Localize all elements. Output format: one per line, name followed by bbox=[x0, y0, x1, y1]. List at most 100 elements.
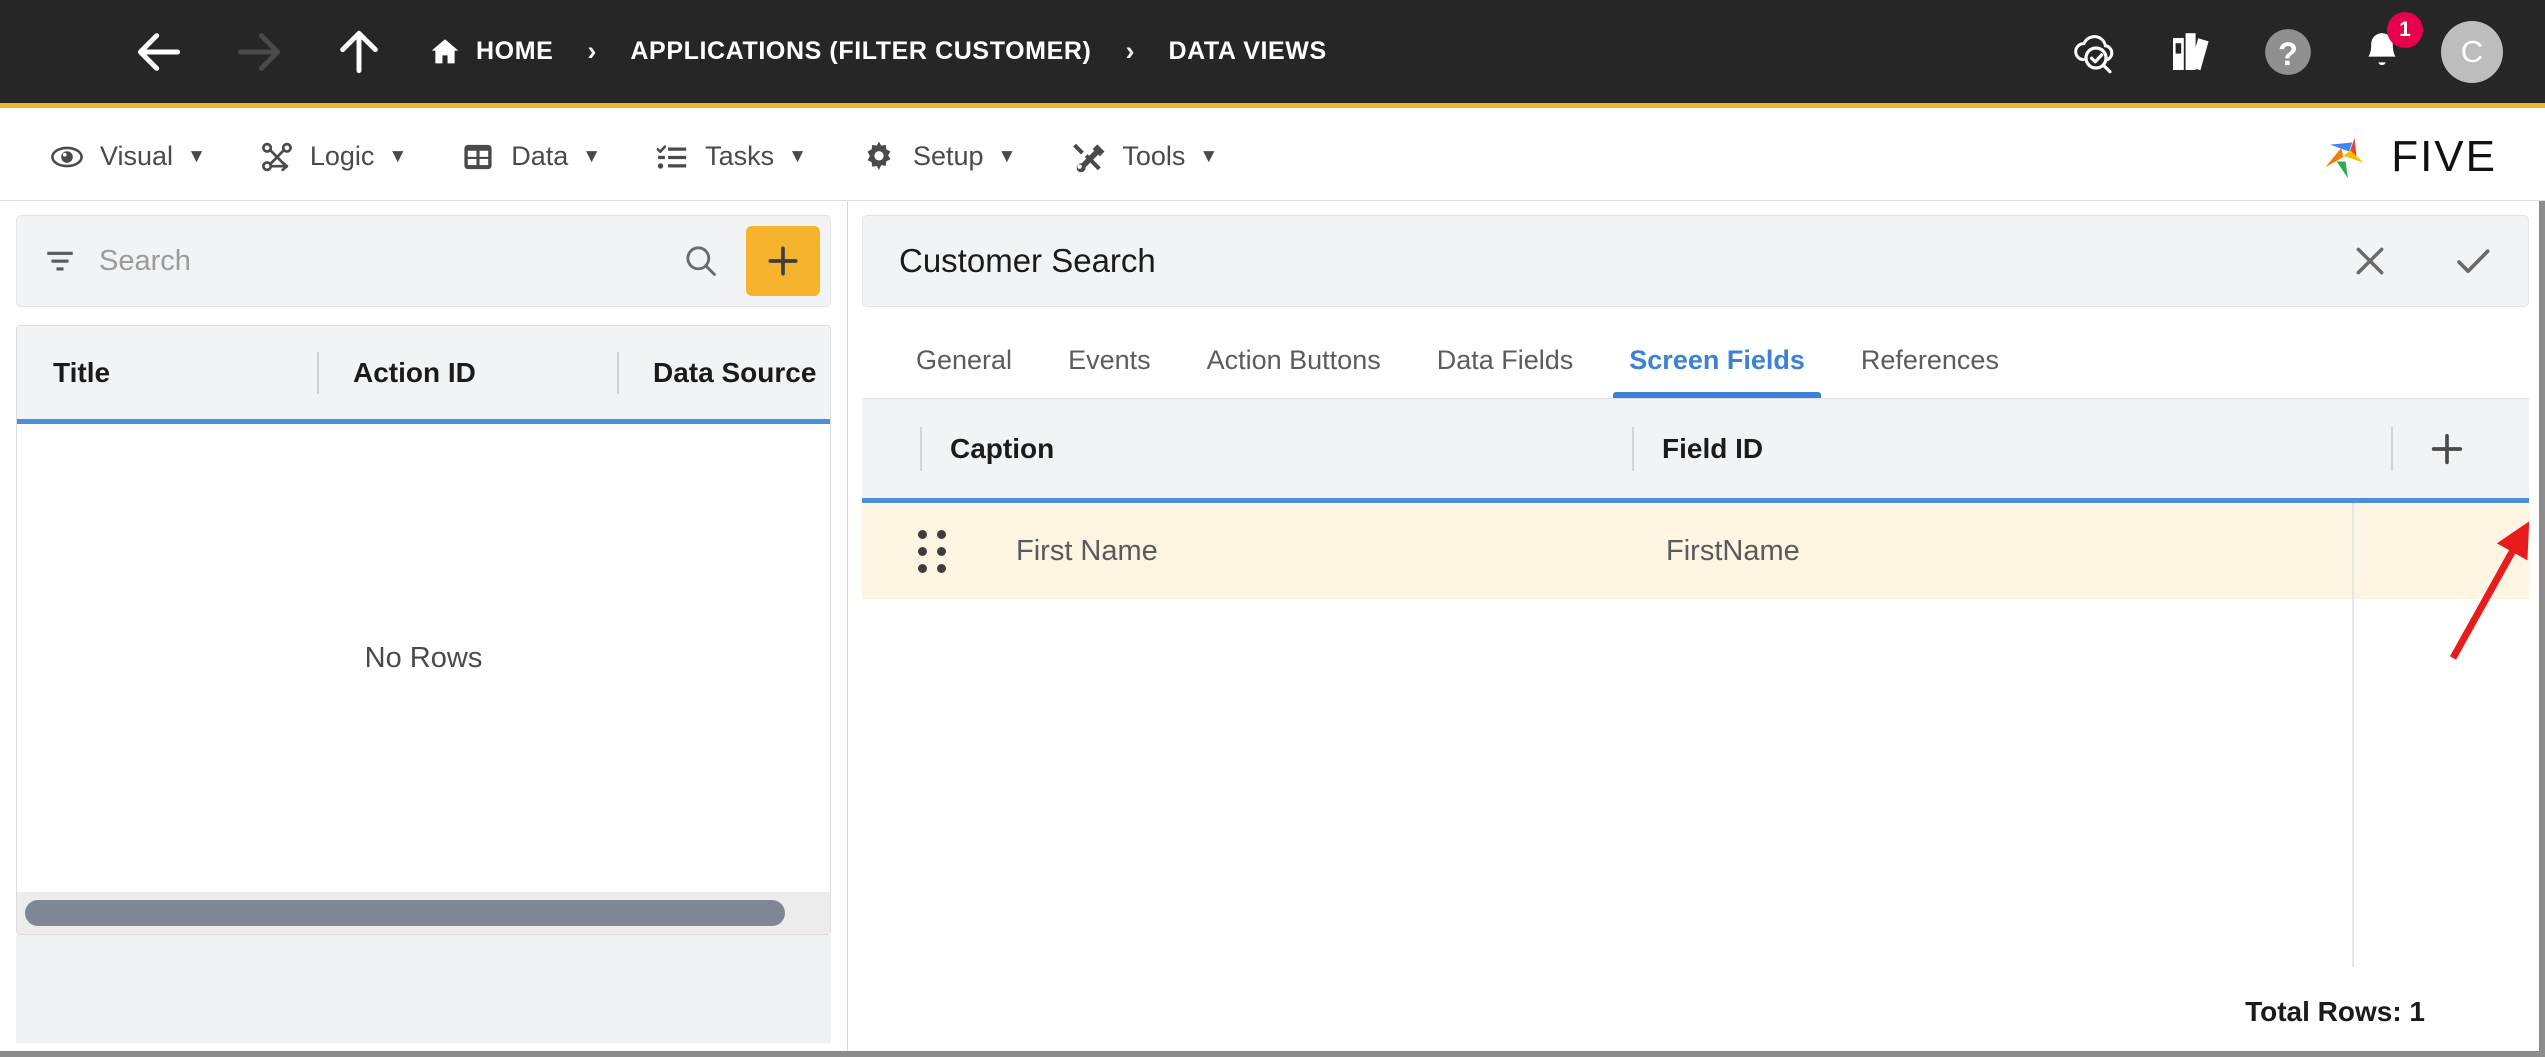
breadcrumb-item-data-views[interactable]: DATA VIEWS bbox=[1168, 37, 1326, 66]
help-icon[interactable]: ? bbox=[2261, 25, 2315, 79]
tools-icon bbox=[1070, 139, 1106, 175]
column-header-field-id[interactable]: Field ID bbox=[1632, 399, 2391, 498]
menu-item-tasks[interactable]: Tasks ▼ bbox=[649, 136, 813, 178]
grid-footer: Total Rows: 1 bbox=[862, 967, 2529, 1057]
menu-item-label: Tasks bbox=[705, 141, 775, 171]
screen-fields-header-row: Caption Field ID bbox=[862, 399, 2529, 503]
add-data-view-button[interactable] bbox=[746, 226, 820, 296]
handle-dot bbox=[918, 546, 927, 556]
home-icon bbox=[428, 35, 462, 69]
handle-dot bbox=[918, 563, 927, 573]
chevron-down-icon: ▼ bbox=[582, 145, 602, 167]
hamburger-icon[interactable] bbox=[48, 35, 94, 69]
content-area: Title Action ID Data Source No Rows bbox=[0, 201, 2545, 1057]
breadcrumb-separator: › bbox=[587, 36, 597, 66]
total-rows-label: Total Rows: 1 bbox=[2245, 996, 2425, 1027]
menu-item-label: Visual bbox=[100, 141, 174, 171]
tab-label: Data Fields bbox=[1436, 345, 1574, 375]
drag-handle-icon[interactable] bbox=[918, 529, 948, 573]
cloud-check-icon[interactable] bbox=[2069, 26, 2125, 78]
menu-item-label: Data bbox=[511, 141, 569, 171]
detail-header: Customer Search bbox=[862, 215, 2529, 307]
menu-item-setup[interactable]: Setup ▼ bbox=[855, 135, 1022, 179]
menu-item-logic[interactable]: Logic ▼ bbox=[254, 136, 413, 178]
column-header-label: Data Source bbox=[653, 356, 817, 388]
grid-body: No Rows bbox=[17, 424, 830, 892]
column-divider bbox=[2391, 426, 2393, 471]
page-title: Customer Search bbox=[899, 242, 1156, 279]
left-panel-footer bbox=[16, 935, 831, 1043]
breadcrumb: HOME › APPLICATIONS (FILTER CUSTOMER) › … bbox=[428, 35, 1327, 69]
close-icon[interactable] bbox=[2350, 241, 2390, 281]
checklist-icon bbox=[655, 140, 689, 174]
handle-dot bbox=[937, 563, 946, 573]
column-divider bbox=[1632, 426, 1634, 471]
eye-icon bbox=[50, 140, 84, 174]
avatar[interactable]: C bbox=[2441, 20, 2503, 83]
horizontal-scrollbar[interactable] bbox=[17, 892, 830, 934]
top-bar: HOME › APPLICATIONS (FILTER CUSTOMER) › … bbox=[0, 0, 2545, 108]
chevron-down-icon: ▼ bbox=[187, 145, 206, 167]
column-divider bbox=[920, 426, 922, 471]
row-vertical-divider bbox=[2352, 503, 2354, 599]
avatar-initial: C bbox=[2460, 33, 2484, 69]
column-header-title[interactable]: Title bbox=[17, 326, 317, 419]
gear-icon bbox=[861, 139, 897, 175]
column-header-data-source[interactable]: Data Source bbox=[617, 326, 830, 419]
arrow-right-icon[interactable] bbox=[224, 17, 294, 87]
notification-badge: 1 bbox=[2387, 11, 2423, 48]
tab-screen-fields[interactable]: Screen Fields bbox=[1601, 345, 1833, 398]
menu-bar: Visual ▼ Logic ▼ Data ▼ Tasks ▼ Setup ▼ … bbox=[0, 113, 2545, 201]
menu-item-label: Tools bbox=[1122, 141, 1186, 171]
search-icon[interactable] bbox=[682, 242, 720, 280]
five-logo: FIVE bbox=[2321, 129, 2497, 185]
tab-references[interactable]: References bbox=[1833, 345, 2027, 398]
handle-dot bbox=[937, 546, 946, 556]
left-panel: Title Action ID Data Source No Rows bbox=[0, 201, 848, 1057]
tab-label: Screen Fields bbox=[1629, 345, 1805, 375]
five-pinwheel-icon bbox=[2325, 137, 2364, 178]
menu-item-data[interactable]: Data ▼ bbox=[455, 136, 607, 178]
column-divider bbox=[617, 351, 619, 394]
arrow-left-icon[interactable] bbox=[124, 17, 194, 87]
grid-header-row: Title Action ID Data Source bbox=[17, 326, 830, 424]
grid-empty-area bbox=[862, 599, 2529, 967]
column-header-label: Title bbox=[53, 356, 111, 388]
menu-item-label: Setup bbox=[912, 141, 984, 171]
filter-icon[interactable] bbox=[43, 244, 77, 278]
breadcrumb-item-applications[interactable]: APPLICATIONS (FILTER CUSTOMER) bbox=[630, 37, 1091, 66]
cell-field-id: FirstName bbox=[1666, 534, 1800, 567]
tab-action-buttons[interactable]: Action Buttons bbox=[1179, 345, 1409, 398]
check-icon[interactable] bbox=[2452, 240, 2494, 282]
books-icon[interactable] bbox=[2167, 26, 2219, 78]
arrow-up-icon[interactable] bbox=[324, 17, 394, 87]
breadcrumb-label: DATA VIEWS bbox=[1168, 37, 1327, 65]
tab-label: References bbox=[1860, 345, 1999, 375]
scrollbar-thumb[interactable] bbox=[25, 900, 785, 926]
table-row[interactable]: First Name FirstName bbox=[862, 503, 2529, 599]
tab-label: Events bbox=[1068, 345, 1151, 375]
menu-item-tools[interactable]: Tools ▼ bbox=[1064, 135, 1224, 179]
screen-fields-grid: Caption Field ID First Name FirstName To… bbox=[862, 399, 2529, 1057]
add-screen-field-button[interactable] bbox=[2427, 429, 2467, 469]
chevron-down-icon: ▼ bbox=[788, 145, 807, 167]
tab-general[interactable]: General bbox=[888, 345, 1040, 398]
bottom-scrollbar-edge[interactable] bbox=[0, 1051, 2545, 1057]
bell-icon[interactable]: 1 bbox=[2357, 11, 2423, 78]
chevron-down-icon: ▼ bbox=[388, 145, 408, 167]
tab-events[interactable]: Events bbox=[1040, 345, 1179, 398]
column-header-caption[interactable]: Caption bbox=[862, 399, 1632, 498]
breadcrumb-item-home[interactable]: HOME bbox=[428, 35, 553, 69]
tab-label: General bbox=[916, 345, 1013, 375]
tab-label: Action Buttons bbox=[1206, 345, 1381, 375]
menu-item-visual[interactable]: Visual ▼ bbox=[44, 136, 212, 178]
search-input[interactable] bbox=[99, 244, 682, 278]
column-header-action-id[interactable]: Action ID bbox=[317, 326, 617, 419]
column-header-label: Action ID bbox=[353, 356, 476, 388]
top-bar-actions: ? 1 C bbox=[2027, 11, 2503, 83]
tab-bar: General Events Action Buttons Data Field… bbox=[862, 307, 2529, 399]
tab-data-fields[interactable]: Data Fields bbox=[1409, 345, 1602, 398]
right-scrollbar-edge[interactable] bbox=[2539, 201, 2545, 1057]
search-bar bbox=[16, 215, 831, 307]
add-screen-field-cell bbox=[2391, 399, 2529, 498]
